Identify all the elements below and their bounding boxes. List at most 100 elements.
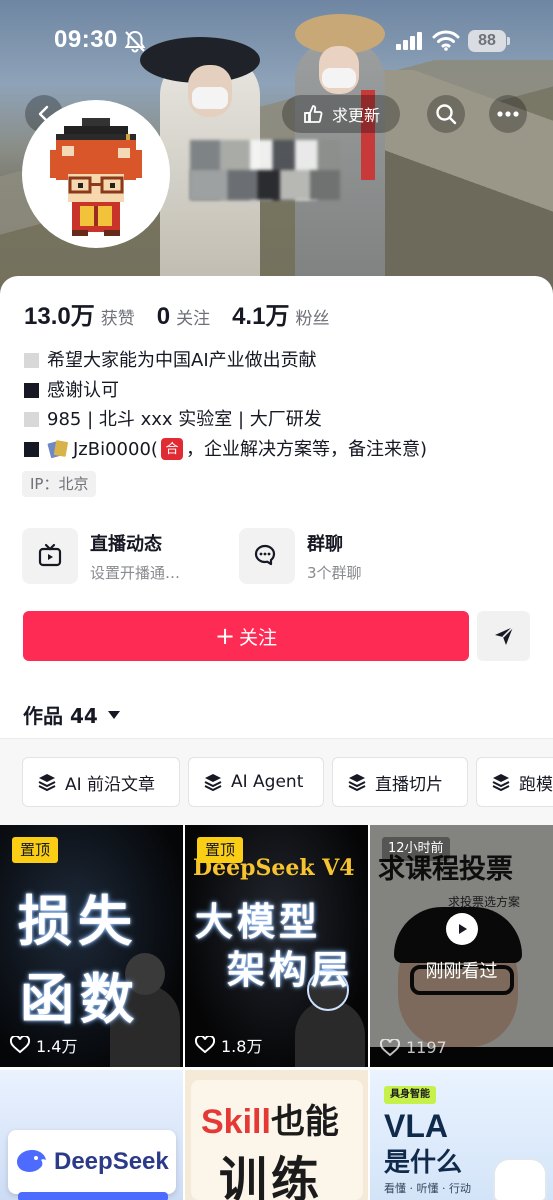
bio-text: 感谢认可 [47,379,119,401]
collections-bar: AI 前沿文章 AI Agent 直播切片 跑模 [0,738,553,826]
like-count: 1197 [380,1038,447,1057]
bio-text: 985 | 北斗 xxx 实验室 | 大厂研发 [47,409,322,430]
play-icon [446,913,478,945]
caret-down-icon [107,710,120,719]
collection-chip-label: 跑模 [519,774,553,795]
video-tile[interactable]: 具身智能 VLA 是什么 看懂 · 听懂 · 行动 [370,1070,553,1200]
pinned-badge: 置顶 [12,837,59,863]
collection-chip[interactable]: 跑模 [476,757,553,807]
stat-followers[interactable]: 4.1万 粉丝 [232,296,329,331]
like-count: 1.4万 [10,1033,77,1057]
deepseek-card: DeepSeek [8,1130,176,1194]
collection-chip[interactable]: AI Agent [188,757,324,807]
video-title-line: VLA [384,1108,448,1144]
business-cards-icon [47,440,68,459]
heart-icon [380,1038,400,1056]
tab-works[interactable]: 作品 44 [23,700,120,729]
collection-chip-label: 直播切片 [375,774,443,795]
stat-followers-label: 粉丝 [295,309,330,329]
bullet-square-icon [24,382,39,398]
video-tile[interactable]: DeepSeek [0,1070,183,1200]
video-tile[interactable]: Skill也能 训练 [185,1070,368,1200]
stat-likes-value: 13.0万 [24,303,95,330]
ip-location-badge: IP：北京 [22,471,97,497]
video-title-line: 函数 [20,967,140,1031]
mosaic-blur-lower [190,170,340,200]
video-tile[interactable]: DeepSeek V4 大模型 架构层 置顶 1.8万 [185,825,368,1067]
wifi-icon [432,30,460,51]
feature-title: 直播动态 [90,533,162,555]
search-button[interactable] [427,95,465,133]
video-title-line: 架构层 [227,947,354,992]
contact-id[interactable]: JzBi0000 [73,435,151,465]
video-subtitle: 看懂 · 听懂 · 行动 [384,1182,471,1195]
video-title-red: Skill [201,1103,271,1141]
bell-muted-icon [124,30,146,53]
recently-viewed-overlay [370,825,553,1067]
video-title-line: 大模型 [195,899,322,944]
paper-plane-icon [494,626,514,645]
bio-paren-open: ( [150,438,158,460]
pixel-mushroom-avatar-icon [26,104,166,244]
more-button[interactable] [489,95,527,133]
more-dots-icon [497,111,519,117]
stat-likes[interactable]: 13.0万 获赞 [24,296,135,331]
stat-following-label: 关注 [176,309,211,329]
thumb-point-icon [304,105,323,123]
like-count: 1.8万 [195,1033,262,1057]
feature-subtitle: 设置开播通… [90,563,181,582]
stat-followers-value: 4.1万 [232,303,290,330]
video-title-line: 是什么 [384,1148,463,1178]
stat-following[interactable]: 0 关注 [157,303,210,331]
video-title-line: 损失 [18,889,138,953]
group-chat-entry[interactable]: 群聊 3个群聊 [239,528,362,584]
avatar[interactable] [22,100,170,248]
layers-icon [38,774,56,792]
profile-bio: 希望大家能为中国AI产业做出贡献 感谢认可 985 | 北斗 xxx 实验室 |… [24,346,427,464]
feature-icon-box [22,528,78,584]
send-message-button[interactable] [477,611,530,661]
feature-icon-box [239,528,295,584]
robot-figure [495,1160,545,1200]
layers-icon [348,774,366,792]
request-update-label: 求更新 [331,106,380,125]
bio-text: 希望大家能为中国AI产业做出贡献 [47,350,317,371]
tab-works-label: 作品 44 [23,704,98,728]
stat-likes-label: 获赞 [100,309,135,329]
search-icon [436,104,457,125]
video-tag: 具身智能 [384,1086,436,1104]
video-title: DeepSeek [54,1148,169,1175]
bio-text: ，企业解决方案等，备注来意) [185,438,427,460]
stat-following-value: 0 [156,303,171,330]
collection-chip[interactable]: 直播切片 [332,757,468,807]
collection-chip[interactable]: AI 前沿文章 [22,757,180,807]
request-update-button[interactable]: 求更新 [282,95,400,133]
video-tile[interactable]: 损失 函数 置顶 1.4万 [0,825,183,1067]
status-time: 09:30 [54,26,118,53]
like-count-value: 1197 [406,1038,447,1057]
feature-title: 群聊 [307,533,343,555]
like-count-value: 1.8万 [221,1037,263,1056]
profile-stats: 13.0万 获赞 0 关注 4.1万 粉丝 [24,296,351,331]
bullet-square-icon [24,353,39,369]
whale-logo-icon [17,1150,46,1172]
pinned-badge: 置顶 [197,837,244,863]
bio-line: 希望大家能为中国AI产业做出贡献 [24,346,427,376]
deepseek-bar [18,1192,168,1200]
bio-line: 985 | 北斗 xxx 实验室 | 大厂研发 [24,405,427,435]
feature-subtitle: 3个群聊 [307,563,362,582]
video-title-line: Skill也能 [201,1094,339,1143]
cellular-signal-icon [396,32,424,50]
collection-chip-label: AI Agent [231,772,304,792]
layers-icon [492,774,510,792]
live-updates-entry[interactable]: 直播动态 设置开播通… [22,528,180,584]
video-tile[interactable]: 求课程投票 求投票选方案 12小时前 刚刚看过 1197 [370,825,553,1067]
video-title-rest: 也能 [270,1103,339,1141]
follow-button[interactable]: + 关注 [23,611,469,661]
like-count-value: 1.4万 [36,1037,78,1056]
video-title-line: 训练 [219,1152,324,1200]
recently-viewed-label: 刚刚看过 [425,961,498,982]
follow-label: 关注 [239,626,278,649]
bio-line: JzBi0000 ( 合 ，企业解决方案等，备注来意) [24,435,427,465]
tv-icon [38,543,62,567]
